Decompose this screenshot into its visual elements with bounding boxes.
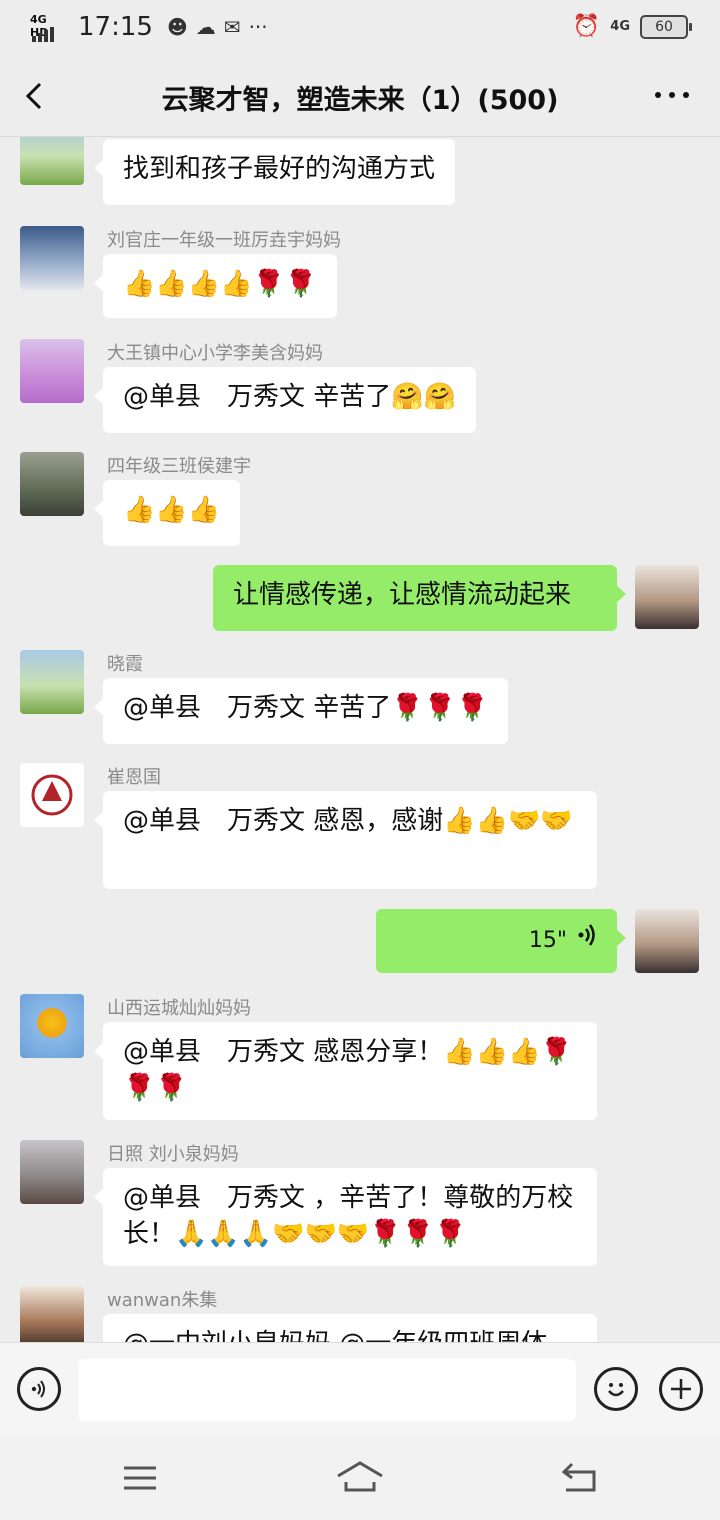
clock: 17:15 (78, 12, 153, 42)
home-icon[interactable] (336, 1460, 384, 1498)
message-text: @单县 万秀文 感恩分享！👍👍👍🌹🌹🌹 (123, 1037, 573, 1103)
avatar[interactable] (20, 650, 84, 714)
sender-name: 刘官庄一年级一班厉垚宇妈妈 (107, 230, 341, 251)
message-bubble[interactable]: @单县 万秀文 感恩，感谢👍👍🤝🤝 (94, 791, 597, 889)
more-dots-icon[interactable] (652, 80, 692, 117)
avatar[interactable] (20, 994, 84, 1058)
message-bubble[interactable]: @单县 万秀文 感恩分享！👍👍👍🌹🌹🌹 (94, 1022, 597, 1120)
avatar[interactable] (20, 763, 84, 827)
message-bubble[interactable]: 👍👍👍 (93, 480, 241, 546)
message-text: @单县 万秀文 感恩，感谢👍👍🤝🤝 (123, 806, 573, 836)
overflow-icon: ··· (248, 15, 268, 39)
chat-area[interactable]: 找到和孩子最好的沟通方式 刘官庄一年级一班厉垚宇妈妈 👍👍👍👍🌹🌹 大王镇中心小… (0, 137, 720, 1342)
battery-icon: 60 (640, 14, 692, 39)
voice-input-icon[interactable] (17, 1367, 61, 1411)
message-text: 👍👍👍 (123, 495, 221, 525)
back-chevron-icon[interactable] (18, 78, 54, 114)
avatar[interactable] (20, 1140, 84, 1204)
avatar[interactable] (20, 452, 84, 516)
mail-icon: ✉ (223, 15, 241, 39)
avatar[interactable] (20, 137, 84, 185)
system-navigation-bar (0, 1436, 720, 1520)
notification-icon: ☻ (166, 15, 188, 39)
message-bubble[interactable]: @一中刘小泉妈妈 @一年级四班周体 (103, 1314, 597, 1342)
chat-header: 云聚才智，塑造未来（1）(500) (0, 58, 720, 137)
alarm-icon: ⏰ (572, 14, 601, 39)
menu-icon[interactable] (122, 1464, 158, 1496)
sender-name: 晓霞 (107, 654, 143, 675)
status-bar: 4G HD 17:15 ☻ ☁ ✉ ··· ⏰ 4G 60 (0, 0, 720, 58)
back-icon[interactable] (560, 1462, 600, 1498)
avatar[interactable] (20, 339, 84, 403)
message-input[interactable] (78, 1359, 576, 1421)
network-type-right: 4G (610, 19, 630, 34)
sender-name: 四年级三班侯建宇 (107, 456, 251, 477)
avatar[interactable] (635, 565, 699, 629)
message-text: 👍👍👍👍🌹🌹 (123, 269, 318, 299)
sender-name: wanwan朱集 (107, 1290, 218, 1311)
avatar[interactable] (635, 909, 699, 973)
signal-icon: 4G HD (30, 13, 66, 42)
sender-name: 日照 刘小泉妈妈 (107, 1144, 239, 1165)
avatar[interactable] (20, 226, 84, 290)
status-right: ⏰ 4G 60 (572, 14, 692, 39)
cloud-icon: ☁ (195, 15, 216, 39)
message-bubble[interactable]: @单县 万秀文 辛苦了🌹🌹🌹 (93, 678, 509, 744)
voice-wave-icon (577, 923, 597, 959)
sender-name: 崔恩国 (107, 767, 161, 788)
voice-duration: 15" (528, 928, 567, 953)
message-text: 让情感传递，让感情流动起来 (233, 580, 572, 610)
sender-name: 大王镇中心小学李美含妈妈 (107, 343, 323, 364)
chat-title: 云聚才智，塑造未来（1）(500) (161, 85, 559, 116)
message-text: @单县 万秀文 辛苦了🤗🤗 (123, 382, 457, 412)
message-text: @单县 万秀文 ，辛苦了！尊敬的万校长！🙏🙏🙏🤝🤝🤝🌹🌹🌹 (123, 1183, 574, 1249)
voice-message-bubble[interactable]: 15" (376, 909, 626, 973)
message-bubble-self[interactable]: 让情感传递，让感情流动起来 (213, 565, 626, 631)
message-bubble[interactable]: @单县 万秀文 ，辛苦了！尊敬的万校长！🙏🙏🙏🤝🤝🤝🌹🌹🌹 (94, 1168, 597, 1266)
message-text: @一中刘小泉妈妈 @一年级四班周体 (123, 1329, 547, 1342)
input-bar (0, 1342, 720, 1437)
status-left: 4G HD 17:15 ☻ ☁ ✉ ··· (30, 12, 268, 42)
message-bubble[interactable]: 找到和孩子最好的沟通方式 (93, 139, 456, 205)
message-text: @单县 万秀文 辛苦了🌹🌹🌹 (123, 693, 489, 723)
battery-level: 60 (655, 18, 673, 35)
message-text: 找到和孩子最好的沟通方式 (123, 154, 436, 184)
plus-icon[interactable] (659, 1367, 703, 1411)
avatar[interactable] (20, 1286, 84, 1342)
message-bubble[interactable]: 👍👍👍👍🌹🌹 (93, 254, 338, 318)
emoji-icon[interactable] (594, 1367, 638, 1411)
sender-name: 山西运城灿灿妈妈 (107, 998, 251, 1019)
message-bubble[interactable]: @单县 万秀文 辛苦了🤗🤗 (93, 367, 477, 433)
